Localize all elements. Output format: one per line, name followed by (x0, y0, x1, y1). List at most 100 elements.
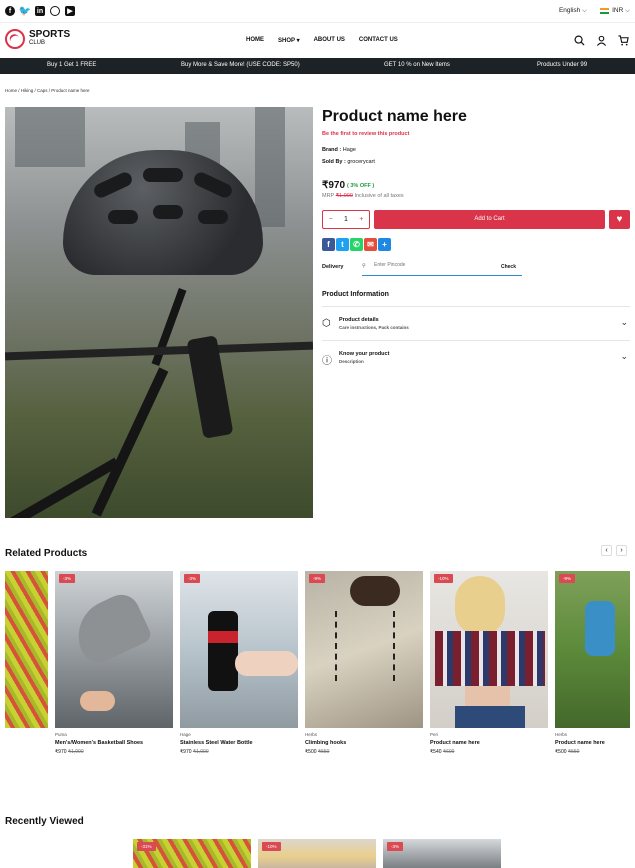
card-name: Product name here (430, 740, 480, 746)
recently-viewed-heading: Recently Viewed (5, 816, 84, 827)
india-flag-icon (600, 8, 610, 14)
language-select[interactable]: English ⌵ (559, 7, 587, 15)
card-price: ₹970 ₹1,000 (55, 749, 173, 755)
facebook-icon[interactable]: f (5, 6, 15, 16)
card-price-value: ₹970 (180, 749, 192, 755)
facebook-share-icon[interactable]: f (322, 238, 335, 251)
add-to-cart-button[interactable]: Add to Cart (374, 210, 605, 229)
product-card[interactable]: -9% Herbs Climbing hooks ₹500 ₹550 (305, 571, 423, 755)
product-card-partial[interactable] (5, 571, 48, 728)
pincode-input[interactable] (374, 262, 484, 268)
wishlist-button[interactable]: ♥ (609, 210, 630, 229)
discount-badge: -3% (387, 842, 404, 851)
card-price: ₹970 ₹1,000 (180, 749, 298, 755)
review-link[interactable]: Be the first to review this product (322, 131, 409, 137)
card-name: Climbing hooks (305, 740, 347, 746)
discount-badge: -3% (59, 574, 76, 583)
nav-about[interactable]: ABOUT US (314, 37, 345, 44)
increase-button[interactable]: + (359, 216, 363, 223)
top-bar: f 🐦 in ▶ English ⌵ INR ⌵ (0, 0, 635, 23)
card-brand: Puma (55, 732, 67, 737)
card-price-value: ₹500 (555, 749, 567, 755)
mrp-value: ₹1,000 (335, 193, 353, 199)
heart-icon: ♥ (616, 214, 623, 225)
twitter-icon[interactable]: 🐦 (19, 6, 31, 17)
product-main-image (5, 107, 313, 518)
brand-label: Brand : (322, 147, 342, 153)
accordion-know-product[interactable]: ⓘ Know your product Description ⌄ (322, 340, 630, 374)
product-card-image (5, 571, 48, 728)
product-card-image: -9% (555, 571, 630, 728)
product-card-image: -10% (430, 571, 548, 728)
accordion-title: Know your product (339, 351, 390, 357)
card-price-value: ₹500 (305, 749, 317, 755)
related-products-heading: Related Products (5, 548, 88, 559)
chevron-right-icon[interactable]: › (616, 545, 627, 556)
nav-shop[interactable]: SHOP ▾ (278, 37, 300, 44)
share-buttons: f t ✆ ✉ + (322, 238, 391, 251)
box-icon: ⬡ (322, 318, 331, 329)
promo-item: Products Under 99 (537, 62, 588, 68)
card-mrp: ₹1,000 (192, 749, 209, 755)
quantity-value[interactable]: 1 (344, 216, 348, 223)
mrp-label: MRP (322, 193, 336, 199)
check-button[interactable]: Check (501, 264, 516, 270)
helmet (63, 150, 263, 275)
product-price: ₹970 (322, 180, 346, 191)
accordion-subtitle: Description (339, 359, 364, 364)
promo-item: Buy More & Save More! (USE CODE: SP50) (181, 62, 300, 68)
instagram-icon[interactable] (50, 6, 60, 16)
user-icon[interactable] (596, 35, 607, 46)
currency-select[interactable]: INR ⌵ (600, 7, 630, 15)
mrp-line: MRP ₹1,000 Inclusive of all taxes (322, 193, 404, 199)
recent-card[interactable]: -3% (383, 839, 501, 868)
logo-line2: CLUB (29, 40, 46, 46)
linkedin-icon[interactable]: in (35, 6, 45, 16)
cart-icon[interactable] (618, 35, 629, 46)
currency-label: INR ⌵ (612, 7, 630, 14)
logo-line1: SPORTS (29, 29, 71, 40)
card-brand: Herbs (555, 732, 568, 737)
card-price: ₹540 ₹600 (430, 749, 548, 755)
card-price-value: ₹540 (430, 749, 442, 755)
whatsapp-share-icon[interactable]: ✆ (350, 238, 363, 251)
seller-label: Sold By : (322, 159, 346, 165)
tax-note: Inclusive of all taxes (352, 193, 404, 199)
chevron-left-icon[interactable]: ‹ (601, 545, 612, 556)
card-price: ₹500 ₹550 (555, 749, 630, 755)
email-share-icon[interactable]: ✉ (364, 238, 377, 251)
more-share-icon[interactable]: + (378, 238, 391, 251)
card-mrp: ₹550 (567, 749, 580, 755)
accordion-product-details[interactable]: ⬡ Product details Care instructions, Pac… (322, 306, 630, 340)
promo-item: GET 10 % on New Items (384, 62, 450, 68)
card-mrp: ₹600 (442, 749, 455, 755)
promo-bar: Buy 1 Get 1 FREE Buy More & Save More! (… (0, 58, 635, 74)
accordion-subtitle: Care instructions, Pack contains (339, 325, 409, 330)
product-card[interactable]: -3% Hage Stainless Steel Water Bottle ₹9… (180, 571, 298, 755)
location-pin-icon: ⚲ (362, 263, 366, 269)
product-brand: Brand : Hage (322, 147, 356, 153)
twitter-share-icon[interactable]: t (336, 238, 349, 251)
card-price: ₹500 ₹550 (305, 749, 423, 755)
decrease-button[interactable]: − (329, 216, 333, 223)
card-name: Men's/Women's Basketball Shoes (55, 740, 144, 746)
youtube-icon[interactable]: ▶ (65, 6, 75, 16)
chevron-down-icon: ⌄ (620, 351, 628, 361)
delivery-label: Delivery (322, 264, 344, 270)
recent-card[interactable]: -31% (133, 839, 251, 868)
product-card-image: -3% (180, 571, 298, 728)
product-card[interactable]: -9% Herbs Product name here ₹500 ₹550 (555, 571, 630, 755)
logo[interactable]: SPORTS CLUB (5, 29, 70, 49)
card-mrp: ₹550 (317, 749, 330, 755)
product-card[interactable]: -3% Puma Men's/Women's Basketball Shoes … (55, 571, 173, 755)
seller-value: grocerycart (345, 159, 375, 165)
card-mrp: ₹1,000 (67, 749, 84, 755)
search-icon[interactable] (574, 35, 585, 46)
breadcrumb[interactable]: Home / Hiking / Caps / Product name here (5, 88, 90, 93)
product-card[interactable]: -10% Peri Product name here ₹540 ₹600 (430, 571, 548, 755)
nav-contact[interactable]: CONTACT US (359, 37, 398, 44)
discount-badge: -9% (309, 574, 326, 583)
recent-card[interactable]: -10% (258, 839, 376, 868)
nav-home[interactable]: HOME (246, 37, 264, 44)
brand-value: Hage (341, 147, 356, 153)
